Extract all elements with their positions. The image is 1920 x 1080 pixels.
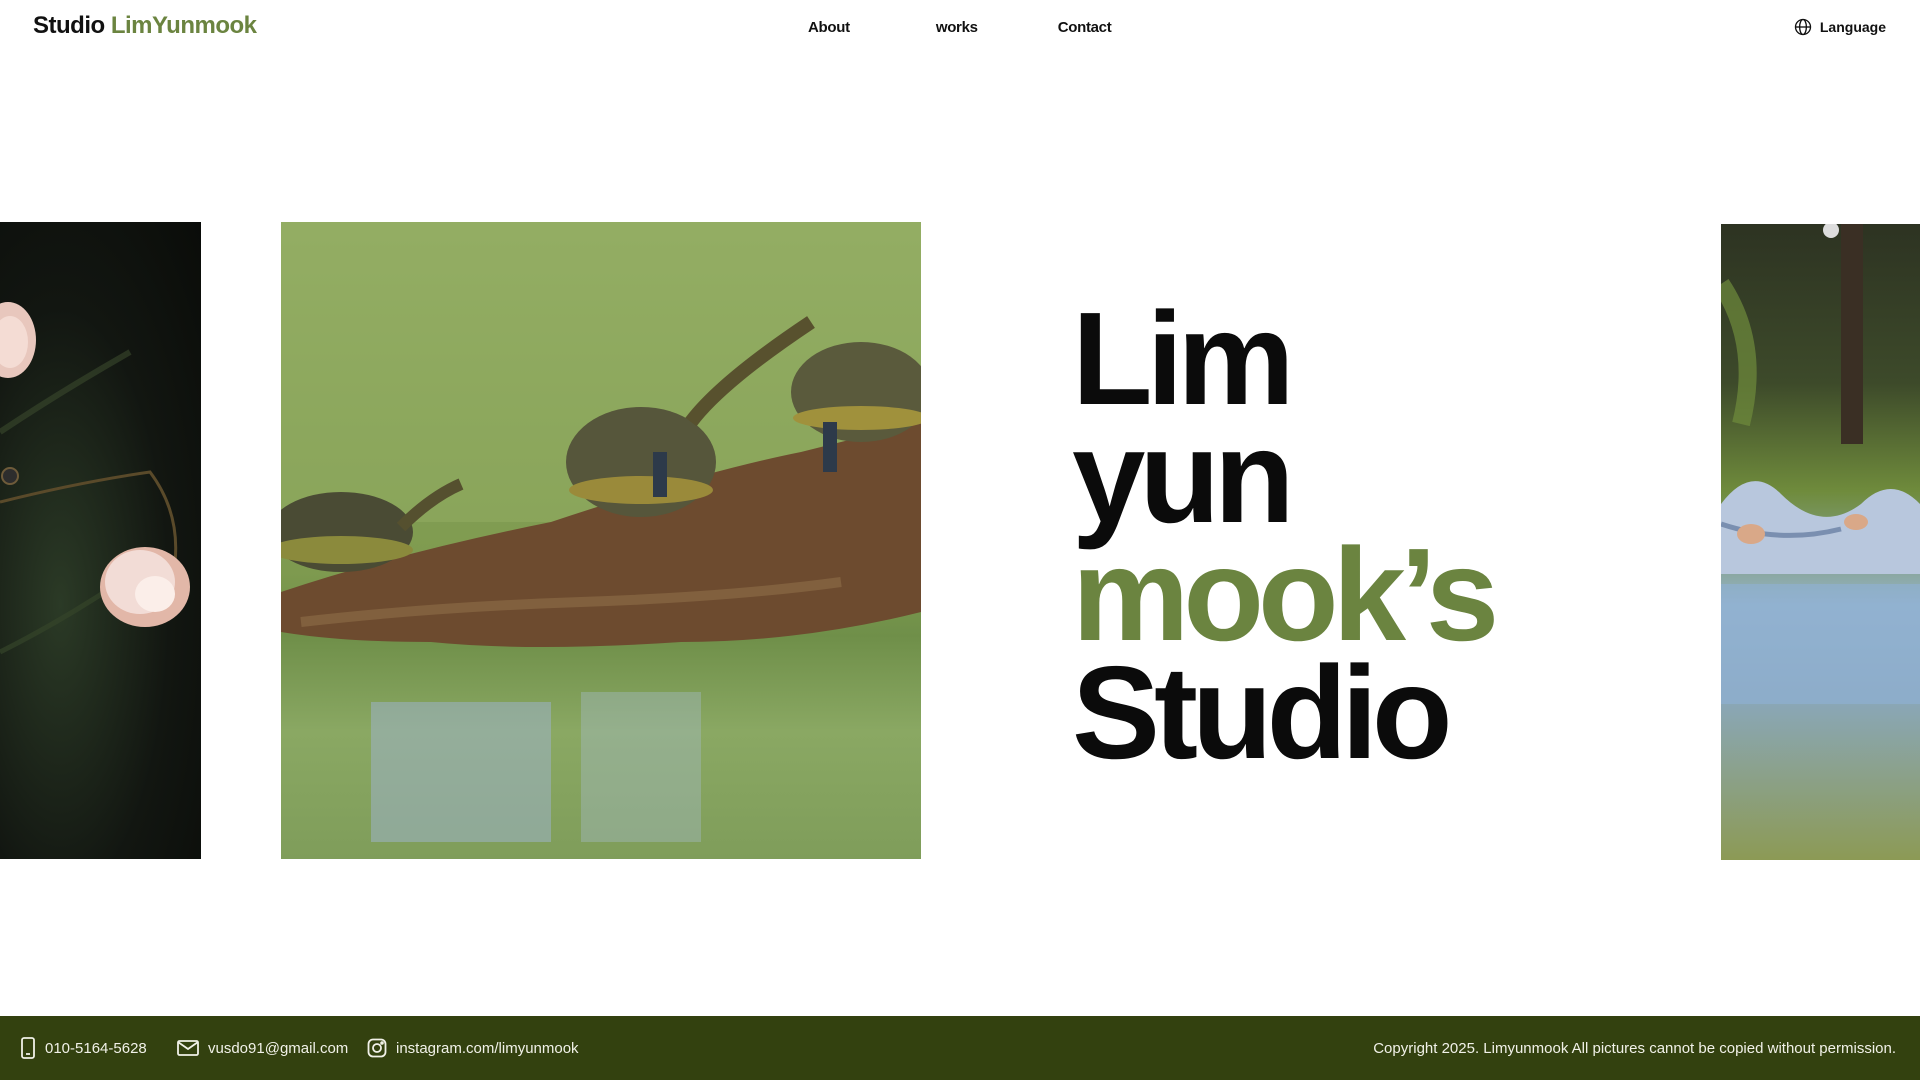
main-nav: About works Contact bbox=[808, 19, 1112, 36]
site-logo[interactable]: Studio LimYunmook bbox=[33, 12, 257, 40]
footer-copyright: Copyright 2025. Limyunmook All pictures … bbox=[1373, 1039, 1896, 1057]
phone-icon bbox=[21, 1037, 35, 1059]
logo-name-text: LimYunmook bbox=[110, 12, 257, 39]
footer-instagram[interactable]: instagram.com/limyunmook bbox=[367, 1016, 579, 1080]
footer-phone[interactable]: 010-5164-5628 bbox=[20, 1016, 147, 1080]
footer-instagram-text: instagram.com/limyunmook bbox=[396, 1039, 579, 1057]
logo-studio-text: Studio bbox=[33, 12, 105, 39]
gallery-painting-turtles[interactable] bbox=[281, 222, 921, 859]
hero-title: Lim yun mook’s Studio bbox=[1072, 285, 1499, 786]
gallery-painting-flowers[interactable] bbox=[0, 222, 201, 859]
nav-about-link[interactable]: About bbox=[808, 19, 850, 36]
flowers-painting-image bbox=[0, 302, 190, 655]
nav-works-link[interactable]: works bbox=[936, 19, 978, 36]
hero-line-mooks: mook’s bbox=[1072, 521, 1499, 668]
globe-icon bbox=[1794, 18, 1812, 36]
instagram-icon bbox=[367, 1038, 387, 1058]
footer-email[interactable]: vusdo91@gmail.com bbox=[177, 1016, 348, 1080]
swan-boat-painting-image bbox=[1721, 224, 1920, 704]
site-header: Studio LimYunmook About works Contact La… bbox=[0, 0, 1920, 58]
footer-email-text: vusdo91@gmail.com bbox=[208, 1039, 349, 1057]
language-label: Language bbox=[1819, 19, 1886, 35]
site-footer: 010-5164-5628 vusdo91@gmail.com instagra… bbox=[0, 1016, 1920, 1080]
hero-line-yun: yun bbox=[1072, 403, 1295, 550]
footer-phone-text: 010-5164-5628 bbox=[45, 1039, 147, 1057]
hero-line-lim: Lim bbox=[1072, 285, 1295, 432]
hero-line-studio: Studio bbox=[1072, 639, 1453, 786]
mail-icon bbox=[177, 1040, 199, 1056]
gallery-painting-swan-boat[interactable] bbox=[1721, 224, 1920, 860]
language-selector[interactable]: Language bbox=[1794, 18, 1886, 36]
nav-contact-link[interactable]: Contact bbox=[1058, 19, 1112, 36]
turtles-painting-image bbox=[281, 222, 921, 842]
